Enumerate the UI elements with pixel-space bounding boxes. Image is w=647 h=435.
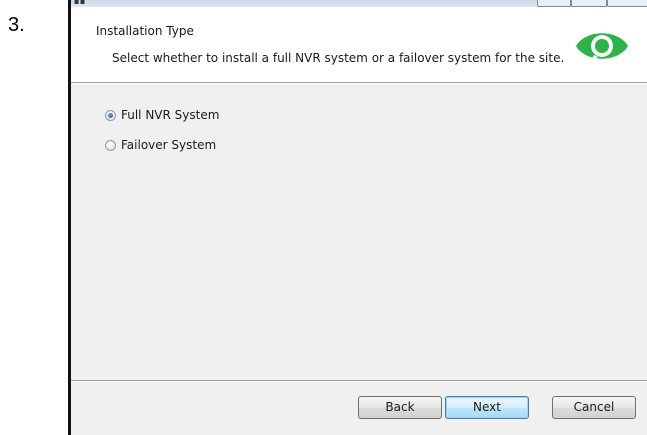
installer-dialog: ▪▪ Installation Type Select whether to i… — [68, 0, 647, 435]
radio-full-nvr-system[interactable] — [105, 109, 116, 121]
step-number: 3. — [8, 14, 25, 36]
option-label: Full NVR System — [121, 108, 220, 122]
radio-failover-system[interactable] — [105, 139, 116, 151]
minimize-button[interactable] — [537, 0, 571, 7]
dialog-header-banner: Installation Type Select whether to inst… — [71, 7, 647, 83]
title-bar: ▪▪ — [71, 0, 647, 7]
title-bar-app-icon: ▪▪ — [74, 0, 86, 6]
footer-divider — [71, 380, 647, 382]
cancel-button[interactable]: Cancel — [552, 396, 636, 419]
maximize-button[interactable] — [571, 0, 607, 7]
option-label: Failover System — [121, 138, 217, 152]
option-full-nvr-system[interactable]: Full NVR System — [105, 108, 219, 122]
back-button[interactable]: Back — [358, 396, 442, 419]
option-failover-system[interactable]: Failover System — [105, 138, 216, 152]
screenshot-page: 3. ▪▪ Installation Type Select whether t… — [0, 0, 647, 435]
green-eye-logo-icon — [576, 33, 628, 63]
page-title: Installation Type — [96, 24, 194, 38]
page-description: Select whether to install a full NVR sys… — [112, 51, 565, 65]
close-button[interactable] — [607, 0, 647, 7]
next-button[interactable]: Next — [445, 396, 529, 419]
